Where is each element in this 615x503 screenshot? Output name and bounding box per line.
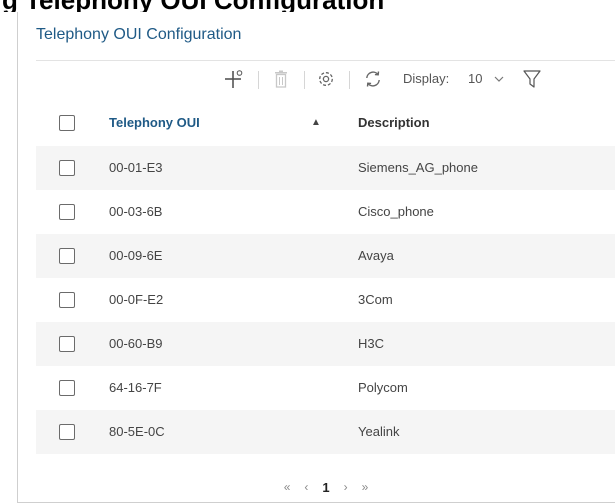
table-row[interactable]: 80-5E-0C Yealink: [36, 410, 615, 454]
table-header-row: Telephony OUI ▲ Description: [36, 100, 615, 146]
description-cell: Siemens_AG_phone: [358, 160, 478, 175]
add-icon: [225, 70, 243, 88]
settings-icon: [319, 72, 333, 86]
sort-ascending-icon[interactable]: ▲: [311, 100, 321, 146]
table-row[interactable]: 00-0F-E2 3Com: [36, 278, 615, 322]
description-cell: Cisco_phone: [358, 204, 434, 219]
row-checkbox[interactable]: [59, 160, 75, 176]
row-checkbox[interactable]: [59, 204, 75, 220]
display-label: Display:: [403, 71, 450, 86]
page-size-dropdown[interactable]: [491, 61, 507, 97]
oui-cell: 00-09-6E: [109, 248, 163, 263]
row-checkbox[interactable]: [59, 336, 75, 352]
prev-page-button[interactable]: ‹: [304, 480, 308, 494]
toolbar: Display: 10: [36, 60, 615, 96]
next-page-button[interactable]: ›: [344, 480, 348, 494]
panel-title: Telephony OUI Configuration: [36, 26, 242, 43]
oui-cell: 64-16-7F: [109, 380, 162, 395]
description-cell: 3Com: [358, 292, 393, 307]
delete-button[interactable]: [268, 61, 294, 97]
toolbar-divider: [258, 71, 259, 89]
oui-cell: 80-5E-0C: [109, 424, 165, 439]
oui-table: Telephony OUI ▲ Description 00-01-E3 Sie…: [36, 100, 615, 454]
filter-button[interactable]: [520, 61, 544, 97]
filter-icon: [523, 70, 541, 88]
last-page-button[interactable]: »: [362, 480, 369, 494]
chevron-down-icon: [494, 76, 504, 82]
table-row[interactable]: 00-60-B9 H3C: [36, 322, 615, 366]
oui-cell: 00-60-B9: [109, 336, 163, 351]
oui-panel: Telephony OUI Configuration Display: 10 …: [17, 12, 615, 503]
oui-cell: 00-0F-E2: [109, 292, 164, 307]
toolbar-divider: [349, 71, 350, 89]
table-row[interactable]: 00-09-6E Avaya: [36, 234, 615, 278]
description-cell: Avaya: [358, 248, 394, 263]
description-cell: Polycom: [358, 380, 408, 395]
settings-button[interactable]: [312, 61, 340, 97]
add-button[interactable]: [219, 61, 249, 97]
row-checkbox[interactable]: [59, 248, 75, 264]
pagination: « ‹ 1 › »: [36, 474, 615, 500]
column-header-description[interactable]: Description: [358, 100, 430, 146]
table-row[interactable]: 00-01-E3 Siemens_AG_phone: [36, 146, 615, 190]
refresh-button[interactable]: [359, 61, 387, 97]
table-row[interactable]: 64-16-7F Polycom: [36, 366, 615, 410]
row-checkbox[interactable]: [59, 424, 75, 440]
table-row[interactable]: 00-03-6B Cisco_phone: [36, 190, 615, 234]
first-page-button[interactable]: «: [284, 480, 291, 494]
row-checkbox[interactable]: [59, 292, 75, 308]
page-heading-fragment: g Telephony OUI Configuration: [0, 0, 615, 12]
oui-cell: 00-01-E3: [109, 160, 163, 175]
row-checkbox[interactable]: [59, 380, 75, 396]
refresh-icon: [366, 71, 380, 87]
description-cell: Yealink: [358, 424, 400, 439]
current-page[interactable]: 1: [322, 480, 329, 495]
toolbar-divider: [304, 71, 305, 89]
oui-cell: 00-03-6B: [109, 204, 163, 219]
delete-icon: [275, 70, 287, 88]
page-size-select[interactable]: 10: [468, 61, 482, 97]
description-cell: H3C: [358, 336, 385, 351]
select-all-checkbox[interactable]: [59, 115, 75, 131]
column-header-oui[interactable]: Telephony OUI: [109, 100, 200, 146]
